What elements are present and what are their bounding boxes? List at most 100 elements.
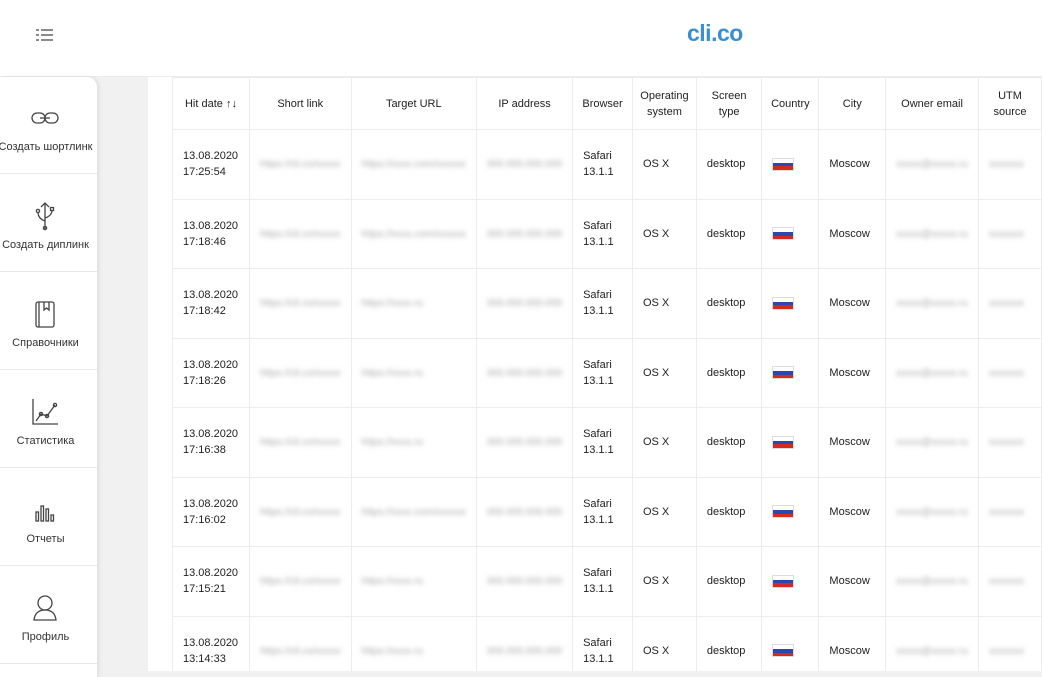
sidebar-item-directories[interactable]: Справочники xyxy=(0,273,97,370)
table-row: 13.08.2020 17:18:26 https://cli.co/xxxxx h… xyxy=(172,337,1042,408)
cell-ip-address-text: 000.000.000.000 xyxy=(487,298,563,310)
cell-owner-email: xxxxx@xxxxx.ru xyxy=(885,198,979,269)
column-header-utm-source: UTM source xyxy=(977,77,1042,130)
cell-country: RU xyxy=(761,476,820,547)
cell-hit-date-text: 13.08.2020 13:14:33 xyxy=(183,636,239,665)
cell-short-link-text: https://cli.co/xxxxx xyxy=(259,367,341,379)
cell-owner-email-text: xxxxx@xxxxx.ru xyxy=(896,437,968,449)
table-row: 13.08.2020 17:15:21 https://cli.co/xxxxx h… xyxy=(172,546,1042,617)
cell-browser: Safari 13.1.1 xyxy=(572,129,633,200)
cell-short-link[interactable]: https://cli.co/xxxxx xyxy=(248,407,352,478)
cell-utm-source-text: xxxxxxx xyxy=(988,645,1024,657)
cell-short-link[interactable]: https://cli.co/xxxxx xyxy=(248,615,352,671)
cell-screen-type-text: desktop xyxy=(706,644,746,657)
cell-owner-email: xxxxx@xxxxx.ru xyxy=(885,268,979,339)
cell-country: RU xyxy=(761,407,820,478)
cell-browser: Safari 13.1.1 xyxy=(572,198,633,269)
sidebar-item-label: Отчеты xyxy=(26,533,65,545)
cell-browser: Safari 13.1.1 xyxy=(572,615,633,671)
cell-screen-type-text: desktop xyxy=(706,505,746,518)
cell-hit-date-text: 13.08.2020 17:18:26 xyxy=(183,358,239,387)
cell-screen-type-text: desktop xyxy=(706,366,746,379)
cell-city: Moscow xyxy=(818,337,887,408)
cell-target-url[interactable]: https://xxxx.com/xxxxxx xyxy=(350,129,478,200)
cell-screen-type: desktop xyxy=(695,476,763,547)
cell-short-link-text: https://cli.co/xxxxx xyxy=(259,298,341,310)
cell-target-url-text: https://xxxx.ru xyxy=(361,437,424,449)
cell-operating-system: OS X xyxy=(631,129,697,200)
cell-short-link[interactable]: https://cli.co/xxxxx xyxy=(248,129,352,200)
sidebar-item-label: Статистика xyxy=(16,435,75,447)
list-icon[interactable] xyxy=(36,28,56,42)
russia-flag-icon xyxy=(772,574,795,588)
cell-operating-system: OS X xyxy=(631,268,697,339)
cell-city-text: Moscow xyxy=(829,297,870,310)
cell-target-url[interactable]: https://xxxx.ru xyxy=(350,407,478,478)
cell-screen-type-text: desktop xyxy=(706,227,746,240)
cell-ip-address: 000.000.000.000 xyxy=(475,615,574,671)
cell-owner-email: xxxxx@xxxxx.ru xyxy=(885,407,979,478)
cell-screen-type: desktop xyxy=(695,198,763,269)
cell-short-link-text: https://cli.co/xxxxx xyxy=(259,437,341,449)
cell-target-url[interactable]: https://xxxx.ru xyxy=(350,337,478,408)
cell-utm-source-text: xxxxxxx xyxy=(988,367,1024,379)
sidebar-item-profile[interactable]: Профиль xyxy=(0,567,97,664)
column-header-hit-date[interactable]: Hit date ↑↓ xyxy=(172,77,250,130)
sidebar-item-create-deeplink[interactable]: Создать диплинк xyxy=(0,175,97,272)
sidebar-item-reports[interactable]: Отчеты xyxy=(0,469,97,566)
cell-city-text: Moscow xyxy=(829,366,870,379)
cell-ip-address-text: 000.000.000.000 xyxy=(487,506,563,518)
cell-owner-email: xxxxx@xxxxx.ru xyxy=(885,129,979,200)
table-row: 13.08.2020 17:18:42 https://cli.co/xxxxx h… xyxy=(172,268,1042,339)
cell-browser: Safari 13.1.1 xyxy=(572,337,633,408)
hits-table: Hit date ↑↓ Short link Target URL IP add… xyxy=(172,77,1042,671)
cell-city-text: Moscow xyxy=(829,227,870,240)
cell-target-url[interactable]: https://xxxx.com/xxxxxx xyxy=(350,198,478,269)
cell-short-link[interactable]: https://cli.co/xxxxx xyxy=(248,268,352,339)
cell-city-text: Moscow xyxy=(829,436,870,449)
cell-hit-date-text: 13.08.2020 17:18:46 xyxy=(183,219,239,248)
cell-hit-date: 13.08.2020 17:15:21 xyxy=(172,546,250,617)
cell-utm-source-text: xxxxxxx xyxy=(988,437,1024,449)
cell-short-link[interactable]: https://cli.co/xxxxx xyxy=(248,337,352,408)
cell-target-url[interactable]: https://xxxx.ru xyxy=(350,546,478,617)
cell-hit-date-text: 13.08.2020 17:16:38 xyxy=(183,428,239,457)
cell-owner-email-text: xxxxx@xxxxx.ru xyxy=(896,228,968,240)
cell-target-url-text: https://xxxx.com/xxxxxx xyxy=(361,506,466,518)
cell-target-url[interactable]: https://xxxx.ru xyxy=(350,268,478,339)
cell-browser-text: Safari 13.1.1 xyxy=(583,358,614,387)
cell-country: RU xyxy=(761,268,820,339)
cell-screen-type: desktop xyxy=(695,407,763,478)
cell-city-text: Moscow xyxy=(829,158,870,171)
cell-browser-text: Safari 13.1.1 xyxy=(583,497,614,526)
bar-chart-icon xyxy=(35,505,55,522)
sidebar-item-create-shortlink[interactable]: Создать шортлинк xyxy=(0,77,97,174)
cell-screen-type: desktop xyxy=(695,615,763,671)
cell-target-url[interactable]: https://xxxx.ru xyxy=(350,615,478,671)
cell-short-link[interactable]: https://cli.co/xxxxx xyxy=(248,476,352,547)
sidebar-item-label: Создать диплинк xyxy=(2,239,89,251)
cell-short-link[interactable]: https://cli.co/xxxxx xyxy=(248,198,352,269)
column-header-short-link: Short link xyxy=(248,77,352,130)
cell-short-link[interactable]: https://cli.co/xxxxx xyxy=(248,546,352,617)
sidebar-item-statistics[interactable]: Статистика xyxy=(0,371,97,468)
cell-operating-system-text: OS X xyxy=(642,227,670,240)
cell-ip-address: 000.000.000.000 xyxy=(475,476,574,547)
column-header-screen-type: Screen type xyxy=(695,77,763,130)
logo[interactable]: cli.co xyxy=(687,20,743,47)
cell-hit-date: 13.08.2020 13:14:33 xyxy=(172,615,250,671)
cell-country: RU xyxy=(761,337,820,408)
cell-screen-type: desktop xyxy=(695,337,763,408)
table-row: 13.08.2020 17:18:46 https://cli.co/xxxxx h… xyxy=(172,198,1042,269)
cell-owner-email: xxxxx@xxxxx.ru xyxy=(885,546,979,617)
cell-owner-email: xxxxx@xxxxx.ru xyxy=(885,615,979,671)
cell-ip-address-text: 000.000.000.000 xyxy=(487,367,563,379)
cell-ip-address: 000.000.000.000 xyxy=(475,198,574,269)
cell-browser-text: Safari 13.1.1 xyxy=(583,150,614,179)
cell-ip-address-text: 000.000.000.000 xyxy=(487,576,563,588)
cell-city: Moscow xyxy=(818,615,887,671)
russia-flag-icon xyxy=(772,296,795,310)
cell-target-url[interactable]: https://xxxx.com/xxxxxx xyxy=(350,476,478,547)
cell-owner-email-text: xxxxx@xxxxx.ru xyxy=(896,506,968,518)
cell-short-link-text: https://cli.co/xxxxx xyxy=(259,228,341,240)
